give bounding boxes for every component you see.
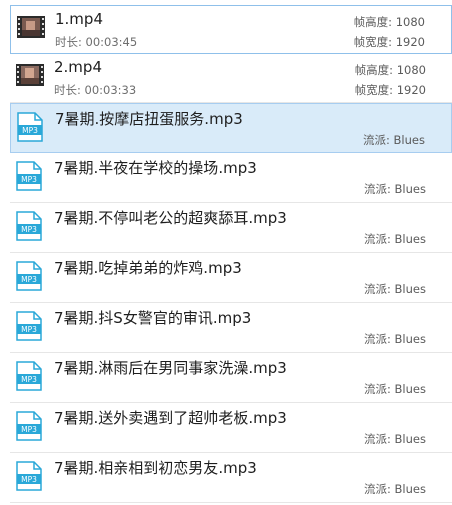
genre-text: 流派: Blues <box>364 382 426 396</box>
file-item-audio[interactable]: MP3 7暑期.淋雨后在男同事家洗澡.mp3 流派: Blues <box>10 353 452 403</box>
svg-text:MP3: MP3 <box>21 325 37 334</box>
genre-text: 流派: Blues <box>364 282 426 296</box>
file-item-audio[interactable]: MP3 7暑期.吃掉弟弟的炸鸡.mp3 流派: Blues <box>10 253 452 303</box>
file-name: 7暑期.送外卖遇到了超帅老板.mp3 <box>54 409 287 427</box>
frame-width-text: 帧宽度: 1920 <box>353 35 425 49</box>
file-name: 7暑期.吃掉弟弟的炸鸡.mp3 <box>54 259 242 277</box>
file-name: 1.mp4 <box>55 10 103 28</box>
mp3-file-icon: MP3 <box>17 112 43 142</box>
file-item-audio[interactable]: MP3 7暑期.相亲相到初恋男友.mp3 流派: Blues <box>10 453 452 503</box>
file-name: 7暑期.淋雨后在男同事家洗澡.mp3 <box>54 359 287 377</box>
genre-text: 流派: Blues <box>364 332 426 346</box>
mp3-file-icon: MP3 <box>16 261 42 291</box>
file-name: 7暑期.按摩店扭蛋服务.mp3 <box>55 110 243 128</box>
file-name: 7暑期.抖S女警官的审讯.mp3 <box>54 309 252 327</box>
svg-text:MP3: MP3 <box>22 126 38 135</box>
video-thumbnail-icon <box>17 14 45 40</box>
frame-width-text: 帧宽度: 1920 <box>354 83 426 97</box>
mp3-file-icon: MP3 <box>16 311 42 341</box>
svg-text:MP3: MP3 <box>21 175 37 184</box>
genre-text: 流派: Blues <box>363 133 425 147</box>
svg-text:MP3: MP3 <box>21 425 37 434</box>
file-name: 2.mp4 <box>54 58 102 76</box>
mp3-file-icon: MP3 <box>16 361 42 391</box>
genre-text: 流派: Blues <box>364 182 426 196</box>
svg-text:MP3: MP3 <box>21 275 37 284</box>
file-item-audio[interactable]: MP3 7暑期.半夜在学校的操场.mp3 流派: Blues <box>10 153 452 203</box>
file-item-audio[interactable]: MP3 7暑期.不停叫老公的超爽舔耳.mp3 流派: Blues <box>10 203 452 253</box>
file-item-audio[interactable]: MP3 7暑期.抖S女警官的审讯.mp3 流派: Blues <box>10 303 452 353</box>
genre-text: 流派: Blues <box>364 232 426 246</box>
file-item-video[interactable]: 1.mp4 时长: 00:03:45 帧高度: 1080 帧宽度: 1920 <box>10 5 452 54</box>
duration-text: 时长: 00:03:33 <box>54 83 137 97</box>
mp3-file-icon: MP3 <box>16 411 42 441</box>
mp3-file-icon: MP3 <box>16 161 42 191</box>
file-name: 7暑期.不停叫老公的超爽舔耳.mp3 <box>54 209 287 227</box>
file-name: 7暑期.相亲相到初恋男友.mp3 <box>54 459 257 477</box>
mp3-file-icon: MP3 <box>16 211 42 241</box>
genre-text: 流派: Blues <box>364 482 426 496</box>
video-thumbnail-icon <box>16 62 44 88</box>
frame-height-text: 帧高度: 1080 <box>353 15 425 29</box>
file-item-audio[interactable]: MP3 7暑期.送外卖遇到了超帅老板.mp3 流派: Blues <box>10 403 452 453</box>
svg-text:MP3: MP3 <box>21 475 37 484</box>
mp3-file-icon: MP3 <box>16 461 42 491</box>
svg-text:MP3: MP3 <box>21 225 37 234</box>
file-name: 7暑期.半夜在学校的操场.mp3 <box>54 159 257 177</box>
file-list: 1.mp4 时长: 00:03:45 帧高度: 1080 帧宽度: 1920 2… <box>10 5 452 503</box>
file-item-video[interactable]: 2.mp4 时长: 00:03:33 帧高度: 1080 帧宽度: 1920 <box>10 54 452 103</box>
frame-height-text: 帧高度: 1080 <box>354 63 426 77</box>
duration-text: 时长: 00:03:45 <box>55 35 138 49</box>
svg-text:MP3: MP3 <box>21 375 37 384</box>
file-item-audio[interactable]: MP3 7暑期.按摩店扭蛋服务.mp3 流派: Blues <box>10 103 452 153</box>
genre-text: 流派: Blues <box>364 432 426 446</box>
